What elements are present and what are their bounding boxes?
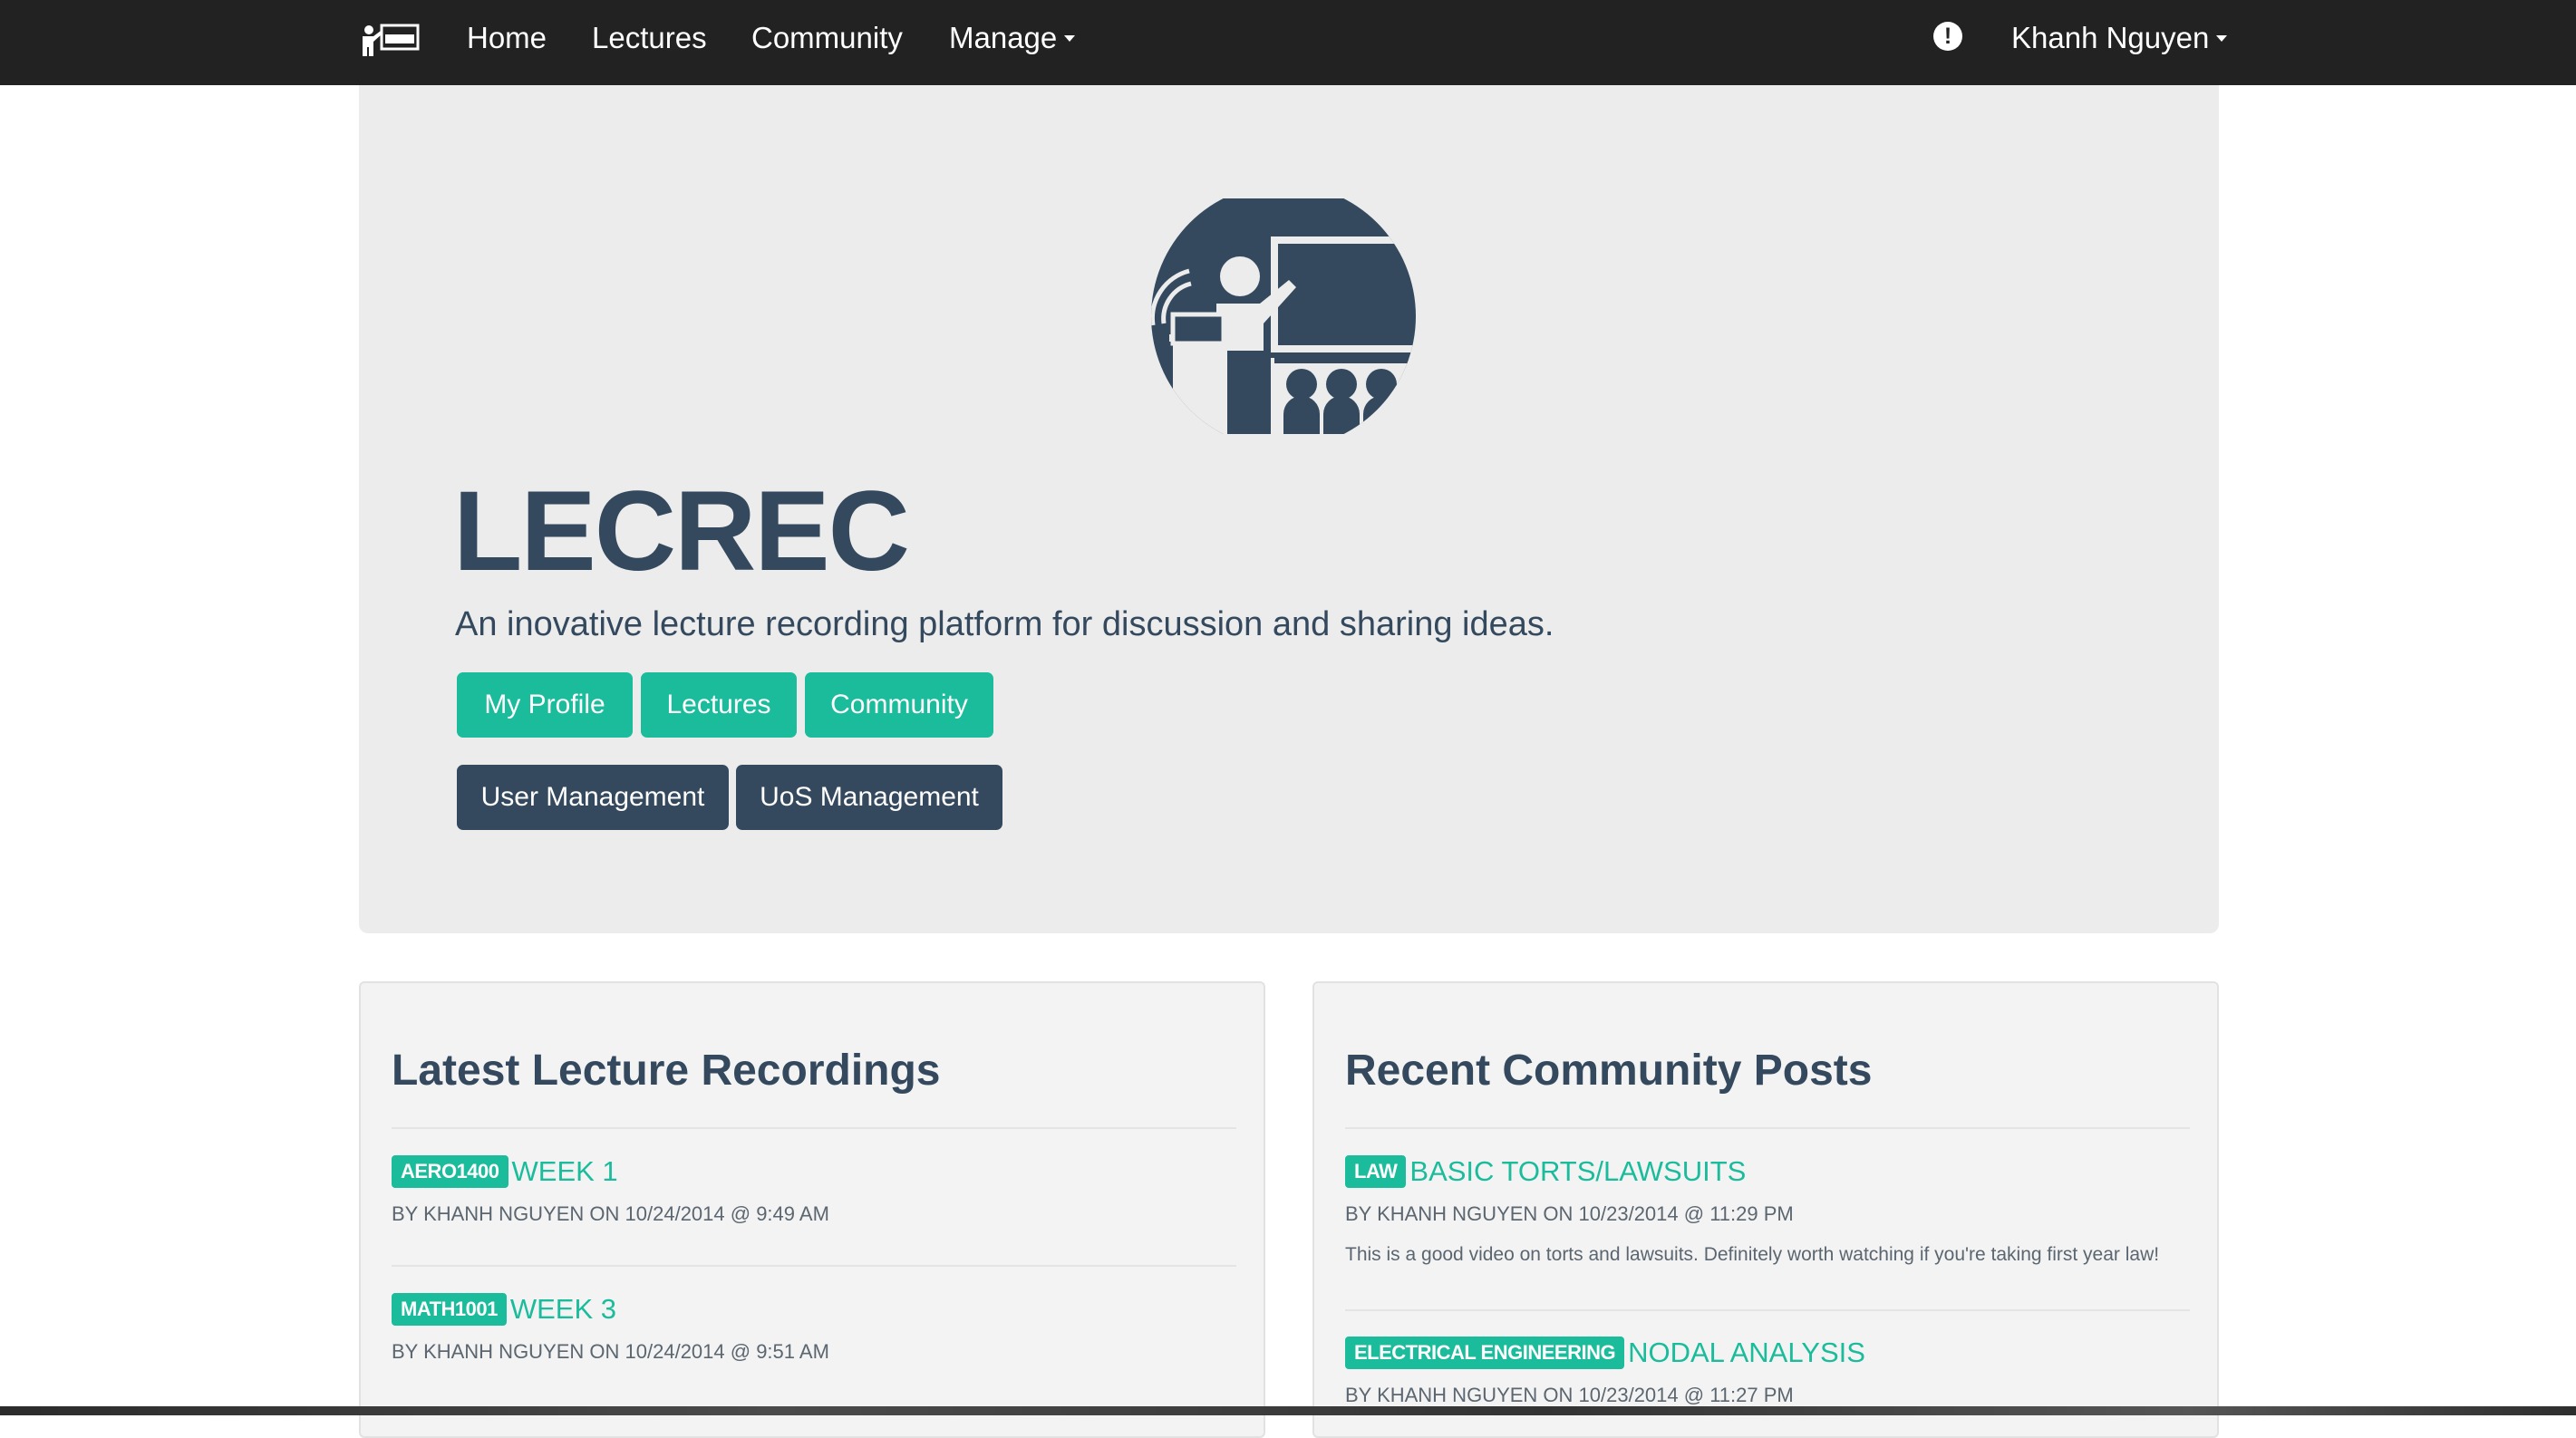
chevron-down-icon — [1064, 34, 1076, 42]
background-image-strip — [0, 1406, 2576, 1415]
divider — [392, 1265, 1236, 1267]
uos-management-button[interactable]: UoS Management — [736, 765, 1002, 830]
hero-section: LECREC An inovative lecture recording pl… — [359, 85, 2219, 933]
post-description: This is a good video on torts and lawsui… — [1345, 1244, 2160, 1265]
list-item: AERO1400 WEEK 1 BY KHANH NGUYEN ON 10/24/… — [392, 1155, 1236, 1225]
divider — [1345, 1309, 2190, 1311]
latest-lectures-panel: Latest Lecture Recordings AERO1400 WEEK 1… — [359, 981, 1265, 1438]
category-tag[interactable]: LAW — [1345, 1155, 1407, 1188]
chevron-down-icon — [2216, 34, 2228, 42]
user-management-button[interactable]: User Management — [457, 765, 729, 830]
lecture-title-link[interactable]: WEEK 3 — [510, 1293, 616, 1326]
item-meta: BY KHANH NGUYEN ON 10/24/2014 @ 9:49 AM — [392, 1202, 829, 1225]
lecturer-logo-icon[interactable] — [358, 22, 421, 58]
nav-home[interactable]: Home — [467, 0, 547, 76]
nav-community[interactable]: Community — [751, 0, 903, 76]
list-item: LAW BASIC TORTS/LAWSUITS BY KHANH NGUYEN … — [1345, 1155, 2190, 1265]
item-meta: BY KHANH NGUYEN ON 10/23/2014 @ 11:29 PM — [1345, 1202, 1794, 1225]
nav-lectures[interactable]: Lectures — [592, 0, 707, 76]
course-tag[interactable]: AERO1400 — [392, 1155, 508, 1188]
post-title-link[interactable]: BASIC TORTS/LAWSUITS — [1409, 1155, 1746, 1188]
divider — [392, 1127, 1236, 1129]
nav-manage-label: Manage — [949, 21, 1058, 54]
recent-community-posts-panel: Recent Community Posts LAW BASIC TORTS/LA… — [1312, 981, 2219, 1438]
site-tagline: An inovative lecture recording platform … — [455, 605, 1554, 643]
panel-title: Recent Community Posts — [1345, 1047, 1873, 1095]
item-meta: BY KHANH NGUYEN ON 10/24/2014 @ 9:51 AM — [392, 1340, 829, 1363]
list-item: MATH1001 WEEK 3 BY KHANH NGUYEN ON 10/24/… — [392, 1293, 1236, 1363]
lecture-title-link[interactable]: WEEK 1 — [512, 1155, 618, 1188]
item-meta: BY KHANH NGUYEN ON 10/23/2014 @ 11:27 PM — [1345, 1384, 1794, 1406]
alert-icon[interactable]: ! — [1933, 22, 1962, 51]
lectures-button[interactable]: Lectures — [641, 672, 797, 738]
list-item: ELECTRICAL ENGINEERING NODAL ANALYSIS BY … — [1345, 1337, 2190, 1406]
my-profile-button[interactable]: My Profile — [457, 672, 633, 738]
divider — [1345, 1127, 2190, 1129]
lecturer-presentation-icon — [1151, 198, 1416, 434]
category-tag[interactable]: ELECTRICAL ENGINEERING — [1345, 1337, 1625, 1369]
user-name: Khanh Nguyen — [2011, 21, 2210, 54]
nav-manage-dropdown[interactable]: Manage — [949, 0, 1076, 76]
user-menu-dropdown[interactable]: Khanh Nguyen — [2011, 0, 2228, 76]
site-title: LECREC — [453, 468, 910, 594]
community-button[interactable]: Community — [805, 672, 993, 738]
post-title-link[interactable]: NODAL ANALYSIS — [1628, 1337, 1865, 1369]
top-navbar: Home Lectures Community Manage ! Khanh N… — [0, 0, 2576, 85]
course-tag[interactable]: MATH1001 — [392, 1293, 507, 1326]
panel-title: Latest Lecture Recordings — [392, 1047, 941, 1095]
